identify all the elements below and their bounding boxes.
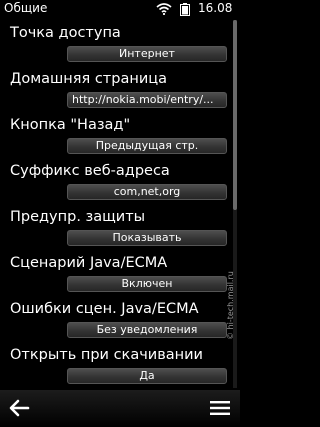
setting-label: Кнопка "Назад": [10, 117, 131, 133]
setting-value-button[interactable]: http://nokia.mobi/entry/...: [67, 92, 227, 108]
wifi-icon: [156, 3, 172, 15]
status-title: Общие: [4, 1, 48, 15]
setting-back-button[interactable]: Кнопка "Назад" Предыдущая стр.: [0, 114, 230, 156]
setting-value-button[interactable]: Да: [67, 368, 227, 384]
setting-label: Суффикс веб-адреса: [10, 163, 170, 179]
setting-value-button[interactable]: com,net,org: [67, 184, 227, 200]
setting-security-warnings[interactable]: Предупр. защиты Показывать: [0, 206, 230, 248]
bottom-toolbar: [0, 390, 240, 427]
setting-access-point[interactable]: Точка доступа Интернет: [0, 22, 230, 64]
setting-value-button[interactable]: Предыдущая стр.: [67, 138, 227, 154]
setting-label: Открыть при скачивании: [10, 347, 203, 363]
setting-url-suffix[interactable]: Суффикс веб-адреса com,net,org: [0, 160, 230, 202]
setting-label: Домашняя страница: [10, 71, 167, 87]
setting-label: Точка доступа: [10, 25, 121, 41]
back-arrow-icon[interactable]: [6, 396, 32, 420]
watermark: © hi-tech.mail.ru: [226, 271, 235, 340]
settings-list: Точка доступа Интернет Домашняя страница…: [0, 18, 240, 390]
setting-label: Ошибки сцен. Java/ECMA: [10, 301, 199, 317]
scrollbar-thumb[interactable]: [233, 20, 237, 210]
setting-label: Предупр. защиты: [10, 209, 146, 225]
setting-script-errors[interactable]: Ошибки сцен. Java/ECMA Без уведомления: [0, 298, 230, 340]
setting-value-button[interactable]: Включен: [67, 276, 227, 292]
status-time: 16.08: [198, 1, 233, 15]
setting-label: Сценарий Java/ECMA: [10, 255, 168, 271]
setting-java-script[interactable]: Сценарий Java/ECMA Включен: [0, 252, 230, 294]
setting-value-button[interactable]: Интернет: [67, 46, 227, 62]
setting-value-button[interactable]: Без уведомления: [67, 322, 227, 338]
status-bar: Общие 16.08: [0, 0, 240, 18]
menu-icon[interactable]: [208, 398, 232, 418]
setting-home-page[interactable]: Домашняя страница http://nokia.mobi/entr…: [0, 68, 230, 110]
setting-open-on-download[interactable]: Открыть при скачивании Да: [0, 344, 230, 386]
battery-icon: [180, 3, 190, 16]
setting-value-button[interactable]: Показывать: [67, 230, 227, 246]
